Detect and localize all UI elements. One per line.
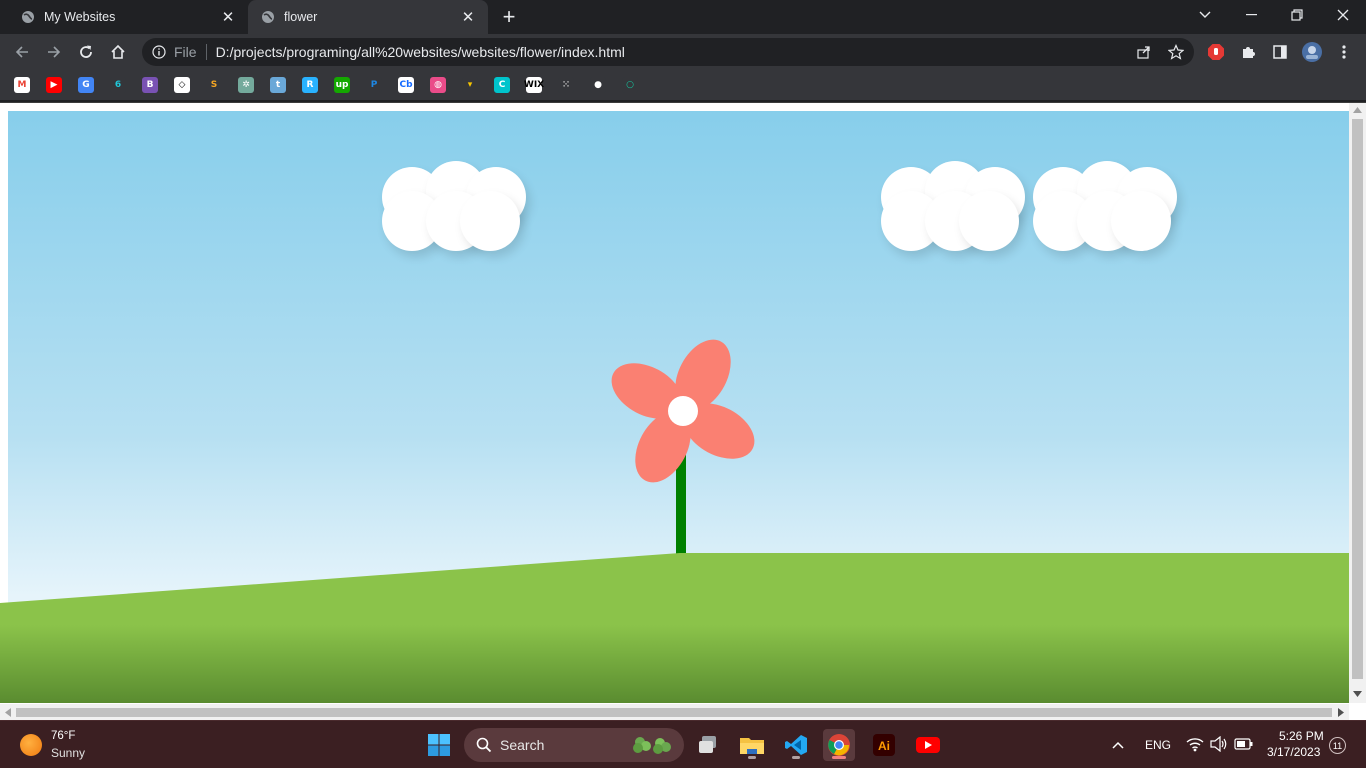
sololearn-icon[interactable]: S bbox=[206, 77, 222, 93]
clock-time[interactable]: 5:26 PM bbox=[1279, 729, 1324, 743]
minimize-button[interactable] bbox=[1228, 0, 1274, 30]
browser-toolbar: File D:/projects/programing/all%20websit… bbox=[0, 34, 1366, 70]
ring-icon[interactable]: ○ bbox=[622, 77, 638, 93]
close-tab-icon[interactable]: ✕ bbox=[216, 5, 240, 29]
extensions-puzzle-icon[interactable] bbox=[1234, 38, 1262, 66]
info-icon[interactable] bbox=[151, 44, 167, 60]
running-indicator bbox=[748, 756, 756, 759]
dribbble-icon[interactable]: ◍ bbox=[430, 77, 446, 93]
tumblr-icon[interactable]: t bbox=[270, 77, 286, 93]
scroll-right-arrow-icon[interactable] bbox=[1338, 708, 1344, 717]
canva-icon[interactable]: C bbox=[494, 77, 510, 93]
wifi-icon[interactable] bbox=[1186, 736, 1204, 757]
more-menu-icon[interactable] bbox=[1330, 38, 1358, 66]
search-icon bbox=[476, 737, 492, 753]
chrome-icon[interactable] bbox=[823, 729, 855, 761]
crunchbase-icon[interactable]: Cb bbox=[398, 77, 414, 93]
chevron-up-icon[interactable] bbox=[1111, 737, 1125, 755]
globe-icon bbox=[20, 9, 36, 25]
volume-icon[interactable] bbox=[1210, 735, 1228, 757]
scroll-down-arrow-icon[interactable] bbox=[1353, 691, 1362, 697]
forward-button[interactable] bbox=[40, 38, 68, 66]
search-label: Search bbox=[500, 737, 545, 753]
notification-badge[interactable]: 11 bbox=[1329, 737, 1346, 754]
hill bbox=[0, 553, 1349, 703]
battery-icon[interactable] bbox=[1234, 737, 1254, 756]
adblock-extension-icon[interactable] bbox=[1202, 38, 1230, 66]
scroll-up-arrow-icon[interactable] bbox=[1353, 107, 1362, 113]
codepen-icon[interactable]: ◇ bbox=[174, 77, 190, 93]
profile-avatar[interactable] bbox=[1298, 38, 1326, 66]
globe-icon bbox=[260, 9, 276, 25]
weather-description[interactable]: Sunny bbox=[51, 746, 85, 760]
weather-temperature[interactable]: 76°F bbox=[51, 730, 75, 742]
url-text[interactable]: D:/projects/programing/all%20websites/we… bbox=[216, 44, 625, 60]
restore-button[interactable] bbox=[1274, 0, 1320, 30]
running-indicator bbox=[832, 756, 846, 759]
illustrator-icon[interactable]: Ai bbox=[868, 729, 900, 761]
bookmarks-bar: M ▶ G 6 B ◇ S ✲ t Rup P Cb ◍ ▾ C WIX ⁙ ● ○ bbox=[0, 70, 1366, 100]
google-translate-icon[interactable]: G bbox=[78, 77, 94, 93]
bootstrap-icon[interactable]: B bbox=[142, 77, 158, 93]
scheme-label: File bbox=[174, 44, 197, 60]
side-panel-icon[interactable] bbox=[1266, 38, 1294, 66]
back-button[interactable] bbox=[8, 38, 36, 66]
taskbar: 76°F Sunny Search Ai ENG 5:26 PM 3/17/20… bbox=[0, 720, 1366, 768]
start-icon[interactable] bbox=[423, 729, 455, 761]
scroll-left-arrow-icon[interactable] bbox=[5, 708, 11, 717]
paypal-icon[interactable]: P bbox=[366, 77, 382, 93]
spiral-icon[interactable]: 6 bbox=[110, 77, 126, 93]
svg-text:Ai: Ai bbox=[878, 739, 890, 753]
file-explorer-icon[interactable] bbox=[736, 729, 768, 761]
page-viewport bbox=[0, 102, 1366, 720]
tab-strip: My Websites ✕ flower ✕ + bbox=[0, 0, 1366, 34]
close-tab-icon[interactable]: ✕ bbox=[456, 5, 480, 29]
share-icon[interactable] bbox=[1132, 40, 1156, 64]
tab-title: flower bbox=[284, 10, 318, 24]
dots-grid-icon[interactable]: ⁙ bbox=[558, 77, 574, 93]
youtube-app-icon[interactable] bbox=[912, 729, 944, 761]
taskbar-search[interactable]: Search bbox=[464, 728, 684, 762]
horizontal-scrollbar[interactable] bbox=[0, 704, 1349, 720]
github-icon[interactable]: ● bbox=[590, 77, 606, 93]
scrollbar-thumb[interactable] bbox=[1352, 119, 1363, 679]
wix-icon[interactable]: WIX bbox=[524, 77, 544, 93]
tab-title: My Websites bbox=[44, 10, 116, 24]
youtube-icon[interactable]: ▶ bbox=[46, 77, 62, 93]
scrollbar-thumb[interactable] bbox=[16, 708, 1332, 717]
reload-button[interactable] bbox=[72, 38, 100, 66]
tab-search-chevron-icon[interactable] bbox=[1182, 0, 1228, 30]
upwork-icon[interactable]: up bbox=[334, 77, 350, 93]
running-indicator bbox=[792, 756, 800, 759]
address-bar[interactable]: File D:/projects/programing/all%20websit… bbox=[142, 38, 1194, 66]
clover-decoration-icon bbox=[630, 734, 674, 761]
home-button[interactable] bbox=[104, 38, 132, 66]
task-view-icon[interactable] bbox=[692, 729, 724, 761]
gmail-icon[interactable]: M bbox=[14, 77, 30, 93]
new-tab-button[interactable]: + bbox=[496, 4, 522, 29]
divider bbox=[205, 44, 207, 60]
bookmark-star-icon[interactable] bbox=[1164, 40, 1188, 64]
freelancer-icon[interactable]: R bbox=[302, 77, 318, 93]
flower-center bbox=[668, 396, 698, 426]
clock-date[interactable]: 3/17/2023 bbox=[1267, 745, 1320, 759]
ground-and-flower bbox=[0, 339, 1349, 703]
chatgpt-icon[interactable]: ✲ bbox=[238, 77, 254, 93]
close-window-button[interactable] bbox=[1320, 0, 1366, 30]
language-indicator[interactable]: ENG bbox=[1145, 738, 1171, 752]
shield-flag-icon[interactable]: ▾ bbox=[462, 77, 478, 93]
vertical-scrollbar[interactable] bbox=[1349, 103, 1366, 703]
tab-my-websites[interactable]: My Websites ✕ bbox=[8, 0, 248, 34]
vscode-icon[interactable] bbox=[780, 729, 812, 761]
tab-flower[interactable]: flower ✕ bbox=[248, 0, 488, 34]
sun-icon[interactable] bbox=[20, 734, 42, 756]
